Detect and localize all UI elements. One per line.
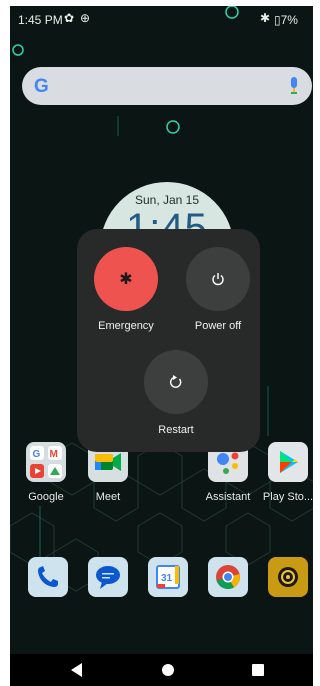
power-off-button[interactable] — [186, 247, 250, 311]
play-store-icon[interactable] — [268, 442, 308, 482]
recents-icon[interactable] — [248, 661, 268, 679]
app-label-play-store: Play Sto... — [262, 491, 313, 503]
restart-button[interactable] — [144, 350, 208, 414]
google-folder-icon[interactable]: G M — [26, 442, 66, 482]
phone-icon[interactable] — [28, 557, 68, 597]
calendar-icon[interactable]: 31 — [148, 557, 188, 597]
power-menu-dialog: ✱ Emergency Power off Restart — [77, 229, 260, 452]
home-icon[interactable] — [158, 661, 178, 679]
power-icon — [186, 247, 250, 311]
app-label-assistant: Assistant — [205, 491, 251, 503]
back-icon[interactable] — [68, 661, 88, 679]
google-search-bar[interactable]: G — [22, 67, 312, 105]
restart-icon — [144, 350, 208, 414]
bluetooth-icon: ✱ — [260, 11, 271, 25]
camera-icon[interactable] — [268, 557, 308, 597]
app-label-google: Google — [28, 491, 64, 503]
emergency-label: Emergency — [98, 320, 154, 332]
download-icon: ⊕ — [80, 11, 91, 25]
svg-text:M: M — [50, 449, 58, 460]
google-logo-icon: G — [34, 76, 49, 97]
chrome-icon[interactable] — [208, 557, 248, 597]
navigation-bar — [10, 654, 313, 686]
svg-text:31: 31 — [161, 573, 173, 584]
restart-label: Restart — [158, 424, 194, 436]
microphone-icon[interactable] — [288, 76, 300, 96]
emergency-button[interactable]: ✱ — [94, 247, 158, 311]
battery-level: ▯7% — [274, 13, 298, 27]
asterisk-icon: ✱ — [119, 271, 133, 288]
phone-screen: 1:45 PM ✿ ⊕ ✱ ▯7% G Sun, Jan 15 1:45 G M… — [10, 6, 313, 686]
power-off-label: Power off — [194, 320, 242, 332]
status-bar: 1:45 PM ✿ ⊕ ✱ ▯7% — [10, 6, 313, 32]
messages-icon[interactable] — [88, 557, 128, 597]
app-label-meet: Meet — [95, 491, 121, 503]
gear-icon: ✿ — [64, 11, 75, 25]
svg-text:G: G — [33, 449, 41, 460]
status-time: 1:45 PM — [18, 13, 63, 27]
clock-date: Sun, Jan 15 — [134, 193, 200, 207]
